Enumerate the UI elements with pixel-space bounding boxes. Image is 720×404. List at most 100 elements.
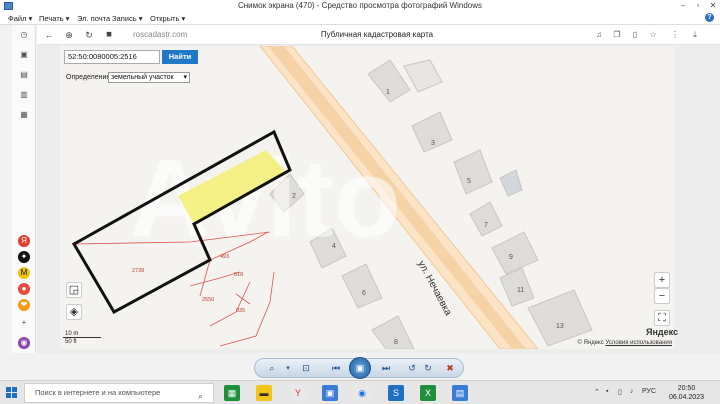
- parcel-label-2739: 2739: [132, 268, 144, 274]
- house-5b-shape: [499, 169, 523, 197]
- house-1b-shape: [403, 59, 443, 93]
- map-attribution: © Яндекс Условия использования: [577, 340, 672, 346]
- photos-icon[interactable]: ▣: [322, 385, 338, 401]
- viewer-toolbar: ⌕ ▾ ⊡ ⏮ ▣ ⏭ ↺ ↻ ✖: [254, 357, 464, 379]
- terms-link[interactable]: Условия использования: [605, 340, 672, 346]
- zoom-in-button[interactable]: +: [654, 272, 670, 288]
- house-8-shape: [371, 315, 415, 349]
- house-number-1: 1: [386, 89, 390, 96]
- skype-icon[interactable]: S: [388, 385, 404, 401]
- help-icon[interactable]: ?: [705, 13, 714, 22]
- layers-icon[interactable]: ◈: [66, 304, 82, 320]
- browser-toolbar: ← ⊕ ↻ ◼ roscadastr.com Публичная кадастр…: [37, 25, 720, 45]
- definition-value: земельный участок: [111, 74, 174, 81]
- rotate-right-icon[interactable]: ↻: [421, 362, 435, 375]
- tabs-icon[interactable]: ⊕: [63, 29, 75, 41]
- services-icon[interactable]: ❤: [18, 299, 30, 311]
- yandex-icon[interactable]: Я: [18, 235, 30, 247]
- read-icon[interactable]: ▤: [18, 69, 30, 81]
- photo-viewer-task-icon[interactable]: ▤: [452, 385, 468, 401]
- yandex-logo: Яндекс: [646, 327, 679, 337]
- language-indicator[interactable]: РУС: [642, 388, 656, 395]
- actual-size-icon[interactable]: ⊡: [299, 362, 313, 375]
- zoom-icon[interactable]: ⌕: [265, 362, 279, 375]
- layers-toggle-icon[interactable]: ◲: [66, 282, 82, 298]
- close-button[interactable]: ✕: [706, 0, 720, 12]
- clock[interactable]: 20:50 06.04.2023: [669, 384, 704, 402]
- url-text[interactable]: roscadastr.com: [133, 30, 187, 39]
- cadastral-map[interactable]: ул. Нечаевка 1 2 3 4 5 6 7 8 9 11 13 Avi…: [60, 46, 674, 349]
- sheet-icon[interactable]: ▦: [18, 109, 30, 121]
- house-6-shape: [341, 263, 383, 309]
- alice-icon[interactable]: ✦: [18, 251, 30, 263]
- house-number-5: 5: [467, 178, 471, 185]
- fullscreen-icon[interactable]: ⛶: [654, 310, 670, 326]
- search-panel: 52:50:0080005:2516 Найти Определение зем…: [64, 50, 198, 86]
- history-icon[interactable]: ◷: [18, 29, 30, 41]
- zoom-out-button[interactable]: −: [654, 288, 670, 304]
- back-icon[interactable]: ←: [43, 29, 55, 41]
- calculator-icon[interactable]: ▦: [224, 385, 240, 401]
- browser-sidebar: ◷ ▣ ▤ ▥ ▦ Я ✦ М ● ❤ + ◉: [12, 25, 36, 353]
- taskbar-search-placeholder: Поиск в интернете и на компьютере: [35, 388, 161, 397]
- house-number-8: 8: [394, 339, 398, 346]
- next-icon[interactable]: ⏭: [379, 362, 393, 375]
- title-bar: Снимок экрана (470) - Средство просмотра…: [0, 0, 720, 12]
- tray-flag-icon[interactable]: ▪: [606, 388, 608, 395]
- house-7-shape: [469, 201, 503, 237]
- assistant-icon[interactable]: ◉: [18, 337, 30, 349]
- rotate-left-icon[interactable]: ↺: [405, 362, 419, 375]
- maps-icon[interactable]: ●: [18, 283, 30, 295]
- yandex-browser-icon[interactable]: Y: [290, 385, 306, 401]
- headphones-icon[interactable]: ♫: [593, 29, 605, 41]
- window-title: Снимок экрана (470) - Средство просмотра…: [237, 1, 483, 10]
- menu-email[interactable]: Эл. почта: [77, 14, 110, 23]
- find-button[interactable]: Найти: [162, 50, 198, 64]
- slideshow-button[interactable]: ▣: [349, 357, 371, 379]
- parcel-label-518: 518: [234, 272, 243, 278]
- clock-time: 20:50: [677, 385, 696, 392]
- taskbar: Поиск в интернете и на компьютере ⌕ ▦ ▬ …: [0, 380, 720, 404]
- taskbar-search[interactable]: Поиск в интернете и на компьютере ⌕: [24, 383, 214, 403]
- windows-start-icon[interactable]: [6, 387, 18, 399]
- chevron-down-icon: ▾: [183, 74, 187, 81]
- menu-dots-icon[interactable]: ⋮: [669, 29, 681, 41]
- scale-feet: 50 ft: [65, 339, 77, 345]
- add-icon[interactable]: +: [18, 317, 30, 329]
- lock-icon: ◼: [106, 31, 112, 38]
- menu-open[interactable]: Открыть ▾: [150, 14, 185, 23]
- volume-icon[interactable]: ♪: [630, 388, 634, 395]
- excel-icon[interactable]: X: [420, 385, 436, 401]
- definition-select[interactable]: земельный участок ▾: [108, 72, 190, 83]
- network-icon[interactable]: ▯: [618, 388, 622, 396]
- parcel-label-493: 493: [220, 254, 229, 260]
- chrome-icon[interactable]: ◉: [354, 385, 370, 401]
- map-scale: 10 m 50 ft: [63, 330, 111, 346]
- bookmarks-icon[interactable]: ❐: [611, 29, 623, 41]
- file-explorer-icon[interactable]: ▬: [256, 385, 272, 401]
- menu-file[interactable]: Файл ▾: [8, 14, 32, 23]
- tray-arrow-icon[interactable]: ⌃: [594, 388, 600, 396]
- scale-meters: 10 m: [63, 330, 101, 338]
- cadastral-number-input[interactable]: 52:50:0080005:2516: [64, 50, 160, 64]
- map-canvas[interactable]: ул. Нечаевка 1 2 3 4 5 6 7 8 9 11 13 Avi…: [60, 46, 674, 349]
- search-icon: ⌕: [197, 391, 203, 401]
- minimize-button[interactable]: –: [676, 0, 690, 12]
- bookmark-icon[interactable]: ▯: [629, 29, 641, 41]
- market-icon[interactable]: М: [18, 267, 30, 279]
- house-5-shape: [453, 149, 493, 195]
- house-number-7: 7: [484, 222, 488, 229]
- refresh-icon[interactable]: ↻: [83, 29, 95, 41]
- menu-burn[interactable]: Запись ▾: [112, 14, 142, 23]
- menu-print[interactable]: Печать ▾: [39, 14, 69, 23]
- house-13-shape: [527, 289, 593, 347]
- delete-icon[interactable]: ✖: [443, 362, 457, 375]
- maximize-button[interactable]: ▫: [691, 0, 705, 12]
- collections-icon[interactable]: ▣: [18, 49, 30, 61]
- notes-icon[interactable]: ▥: [18, 89, 30, 101]
- star-icon[interactable]: ☆: [647, 29, 659, 41]
- page-title: Публичная кадастровая карта: [320, 30, 434, 39]
- previous-icon[interactable]: ⏮: [329, 362, 343, 375]
- zoom-dropdown-icon[interactable]: ▾: [281, 362, 295, 375]
- download-icon[interactable]: ⤓: [689, 29, 701, 41]
